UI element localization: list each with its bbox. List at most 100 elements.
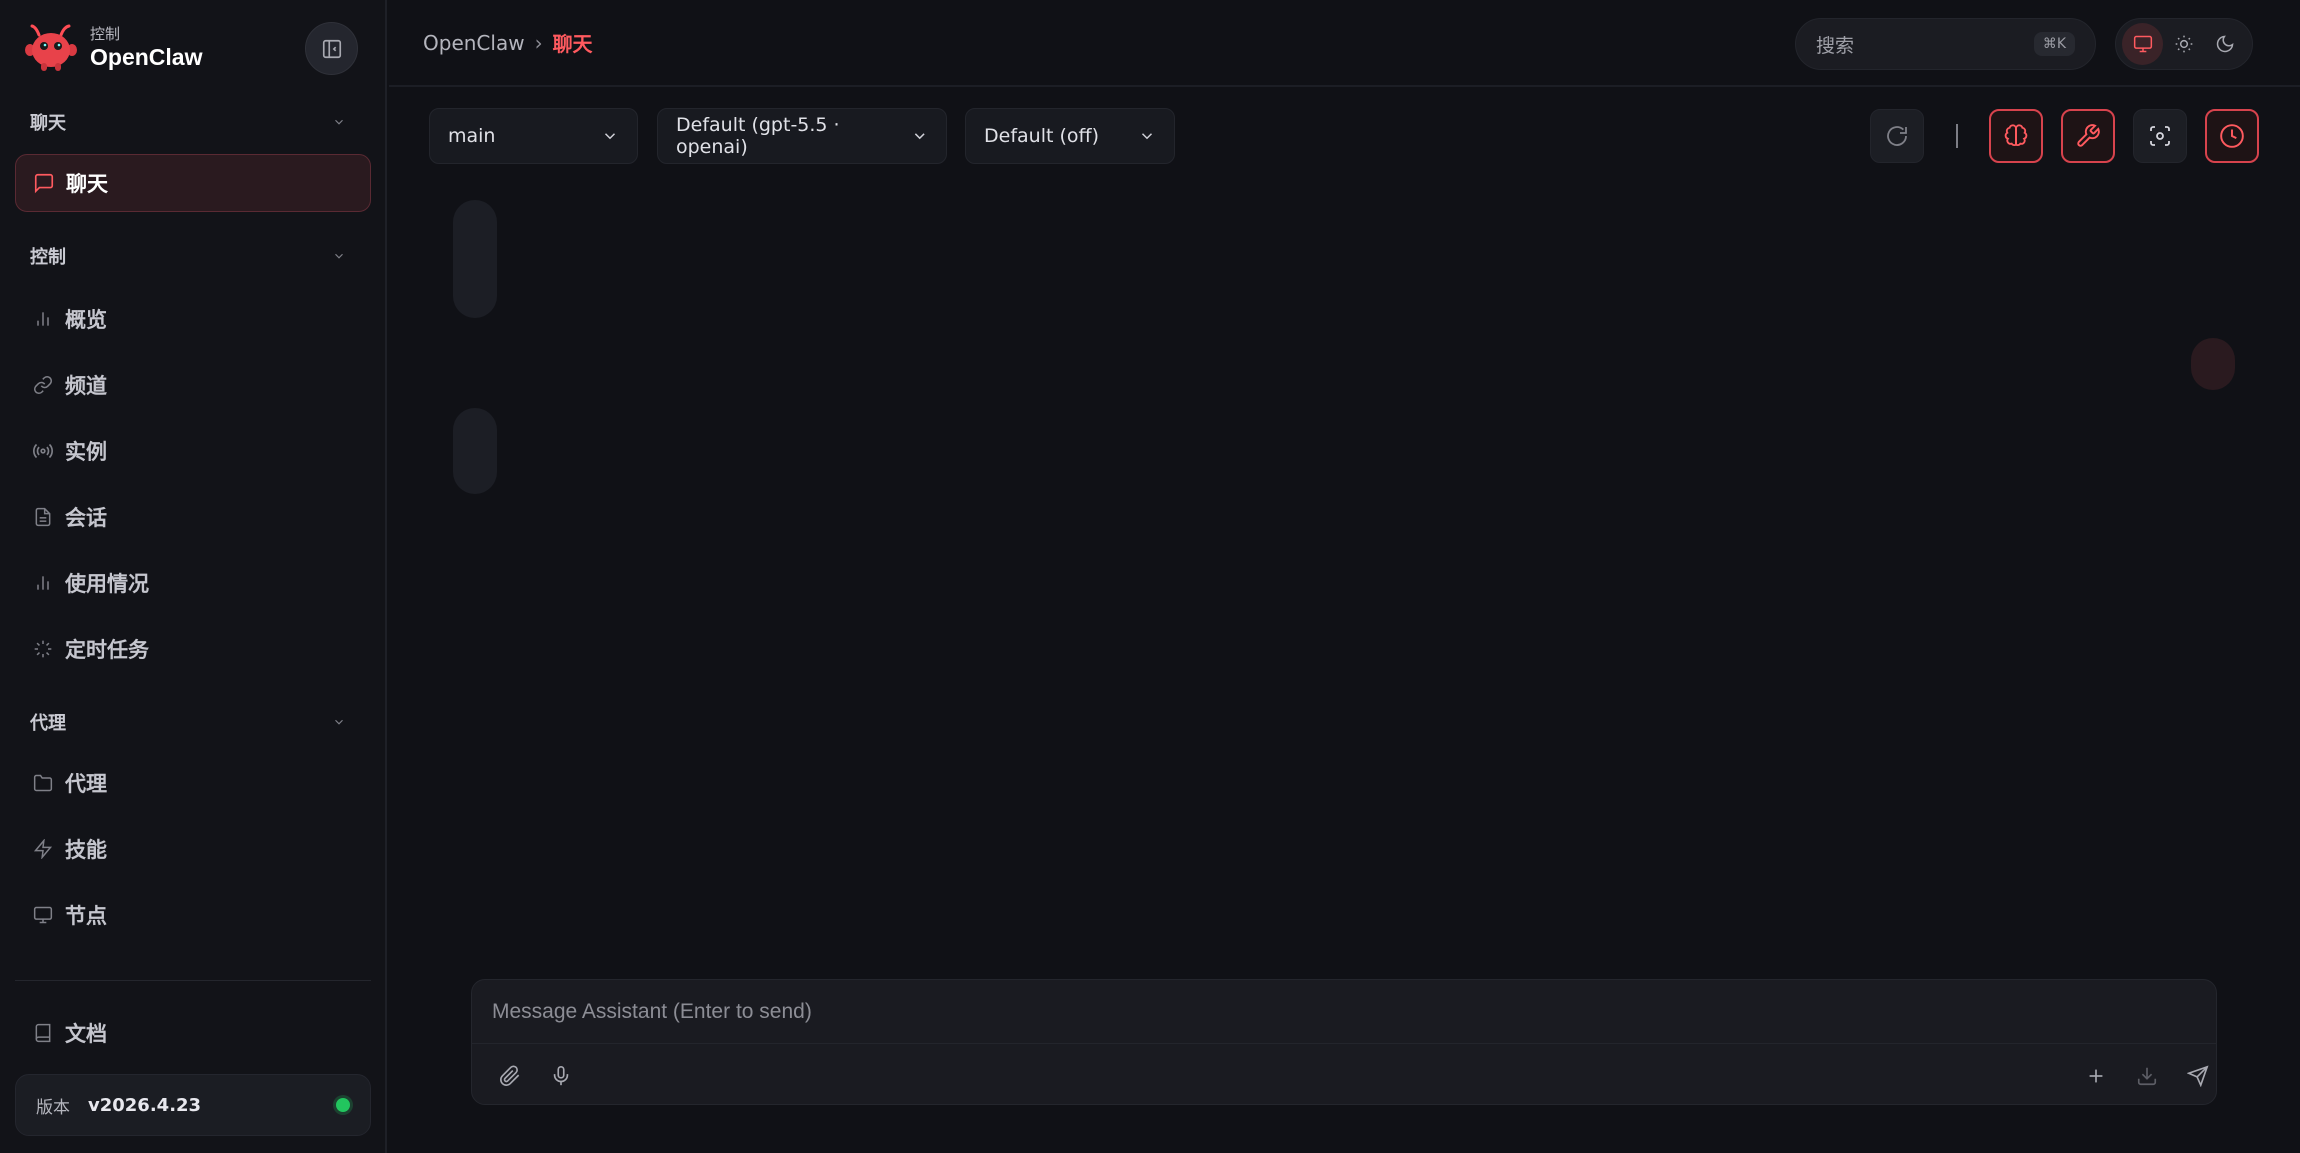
focus-icon	[2150, 126, 2170, 146]
mic-icon	[553, 1066, 569, 1086]
moon-icon	[2217, 35, 2234, 53]
sidebar-group-agents[interactable]: 代理	[30, 707, 360, 737]
session-select[interactable]: main	[429, 108, 638, 164]
file-text-icon	[31, 505, 55, 529]
topbar: OpenClaw › 聊天 搜索 ⌘K	[389, 0, 2300, 87]
sidebar-item-label: 会话	[65, 506, 107, 530]
brain-icon	[2004, 124, 2028, 146]
sidebar-group-title: 聊天	[30, 113, 66, 134]
sidebar-item-docs[interactable]: 文档	[15, 1004, 371, 1062]
session-select-value: main	[448, 125, 496, 147]
status-dot	[336, 1098, 350, 1112]
chevron-down-icon	[1141, 133, 1153, 140]
openclaw-logo-icon	[24, 21, 78, 75]
sidebar-item-nodes[interactable]: 节点	[15, 886, 371, 944]
sidebar-item-label: 代理	[65, 772, 107, 796]
chevron-down-icon	[335, 253, 343, 259]
sidebar-item-chat[interactable]: 聊天	[15, 154, 371, 212]
sidebar-item-dreams[interactable]: 梦境	[15, 962, 371, 980]
version-card: 版本 v2026.4.23	[15, 1074, 371, 1136]
theme-switch	[2115, 18, 2253, 70]
breadcrumb: OpenClaw › 聊天	[423, 28, 593, 57]
tools-toggle-button[interactable]	[2061, 109, 2115, 163]
message-square-icon	[32, 171, 56, 195]
history-toggle-button[interactable]	[2205, 109, 2259, 163]
brand-name: OpenClaw	[90, 44, 203, 70]
sidebar-item-agents[interactable]: 代理	[15, 754, 371, 812]
sidebar-item-label: 技能	[65, 838, 107, 862]
new-chat-button[interactable]	[2076, 1056, 2116, 1096]
thinking-select[interactable]: Default (off)	[965, 108, 1175, 164]
sidebar-item-skills[interactable]: 技能	[15, 820, 371, 878]
voice-input-button[interactable]	[541, 1056, 581, 1096]
zap-icon	[31, 837, 55, 861]
chevron-down-icon	[335, 719, 343, 725]
version-label: 版本	[36, 1097, 70, 1118]
breadcrumb-root[interactable]: OpenClaw	[423, 31, 525, 55]
radio-icon	[31, 439, 55, 463]
sidebar-group-control[interactable]: 控制	[30, 241, 360, 271]
model-select-value: Default (gpt-5.5 · openai)	[676, 114, 840, 158]
bar-chart-icon	[31, 307, 55, 331]
sidebar: 控制 OpenClaw 聊天 聊天 控制 概览 频道 实例 会话 使用情况 定时…	[0, 0, 387, 1153]
panel-left-icon	[322, 39, 341, 58]
focus-mode-button[interactable]	[2133, 109, 2187, 163]
assistant-message-skeleton	[453, 200, 497, 318]
bar-chart-icon	[31, 571, 55, 595]
theme-dark-button[interactable]	[2205, 23, 2246, 65]
assistant-message-skeleton	[453, 408, 497, 494]
wrench-icon	[2077, 124, 2100, 147]
search-placeholder: 搜索	[1816, 34, 1855, 57]
thinking-select-value: Default (off)	[984, 125, 1100, 147]
sidebar-item-label: 节点	[65, 904, 107, 928]
folder-icon	[31, 771, 55, 795]
sidebar-item-label: 文档	[65, 1022, 107, 1046]
sidebar-group-title: 控制	[30, 247, 66, 268]
sidebar-item-sessions[interactable]: 会话	[15, 488, 371, 546]
collapse-sidebar-button[interactable]	[305, 22, 358, 75]
thinking-toggle-button[interactable]	[1989, 109, 2043, 163]
send-icon	[2187, 1065, 2209, 1087]
link-icon	[31, 373, 55, 397]
theme-light-button[interactable]	[2163, 23, 2204, 65]
export-button[interactable]	[2127, 1056, 2167, 1096]
refresh-button[interactable]	[1870, 109, 1924, 163]
user-message-skeleton	[2191, 338, 2235, 390]
sidebar-item-label: 频道	[65, 374, 107, 398]
version-value: v2026.4.23	[88, 1094, 202, 1116]
search-input[interactable]: 搜索 ⌘K	[1795, 18, 2096, 70]
model-select[interactable]: Default (gpt-5.5 · openai)	[657, 108, 947, 164]
sidebar-item-label: 概览	[65, 308, 107, 332]
sidebar-item-usage[interactable]: 使用情况	[15, 554, 371, 612]
sidebar-item-overview[interactable]: 概览	[15, 290, 371, 348]
sidebar-item-label: 使用情况	[65, 572, 149, 596]
sidebar-group-chat[interactable]: 聊天	[30, 107, 360, 137]
breadcrumb-current: 聊天	[552, 32, 593, 56]
breadcrumb-separator: ›	[534, 30, 543, 55]
chevron-down-icon	[914, 133, 925, 140]
theme-system-button[interactable]	[2122, 23, 2164, 65]
composer-divider	[472, 1043, 2216, 1044]
brand: 控制 OpenClaw	[24, 20, 202, 76]
monitor-icon	[2133, 35, 2152, 53]
loader-icon	[31, 637, 55, 661]
message-composer	[471, 979, 2217, 1105]
monitor-icon	[31, 903, 55, 927]
sidebar-item-cron-jobs[interactable]: 定时任务	[15, 620, 371, 678]
sidebar-item-channels[interactable]: 频道	[15, 356, 371, 414]
message-input[interactable]	[492, 992, 2192, 1032]
sidebar-group-title: 代理	[30, 713, 66, 734]
chevron-down-icon	[335, 119, 343, 125]
clock-icon	[2220, 124, 2244, 148]
toolbar-separator	[1956, 124, 1958, 148]
sidebar-item-instances[interactable]: 实例	[15, 422, 371, 480]
paperclip-icon	[500, 1065, 520, 1086]
send-button[interactable]	[2178, 1056, 2218, 1096]
sidebar-item-label: 定时任务	[65, 638, 149, 662]
search-shortcut-badge: ⌘K	[2033, 32, 2075, 56]
sidebar-item-label: 聊天	[66, 172, 108, 196]
plus-icon	[2089, 1069, 2103, 1083]
attach-button[interactable]	[490, 1056, 530, 1096]
sidebar-item-label: 实例	[65, 440, 107, 464]
sun-icon	[2175, 35, 2193, 53]
